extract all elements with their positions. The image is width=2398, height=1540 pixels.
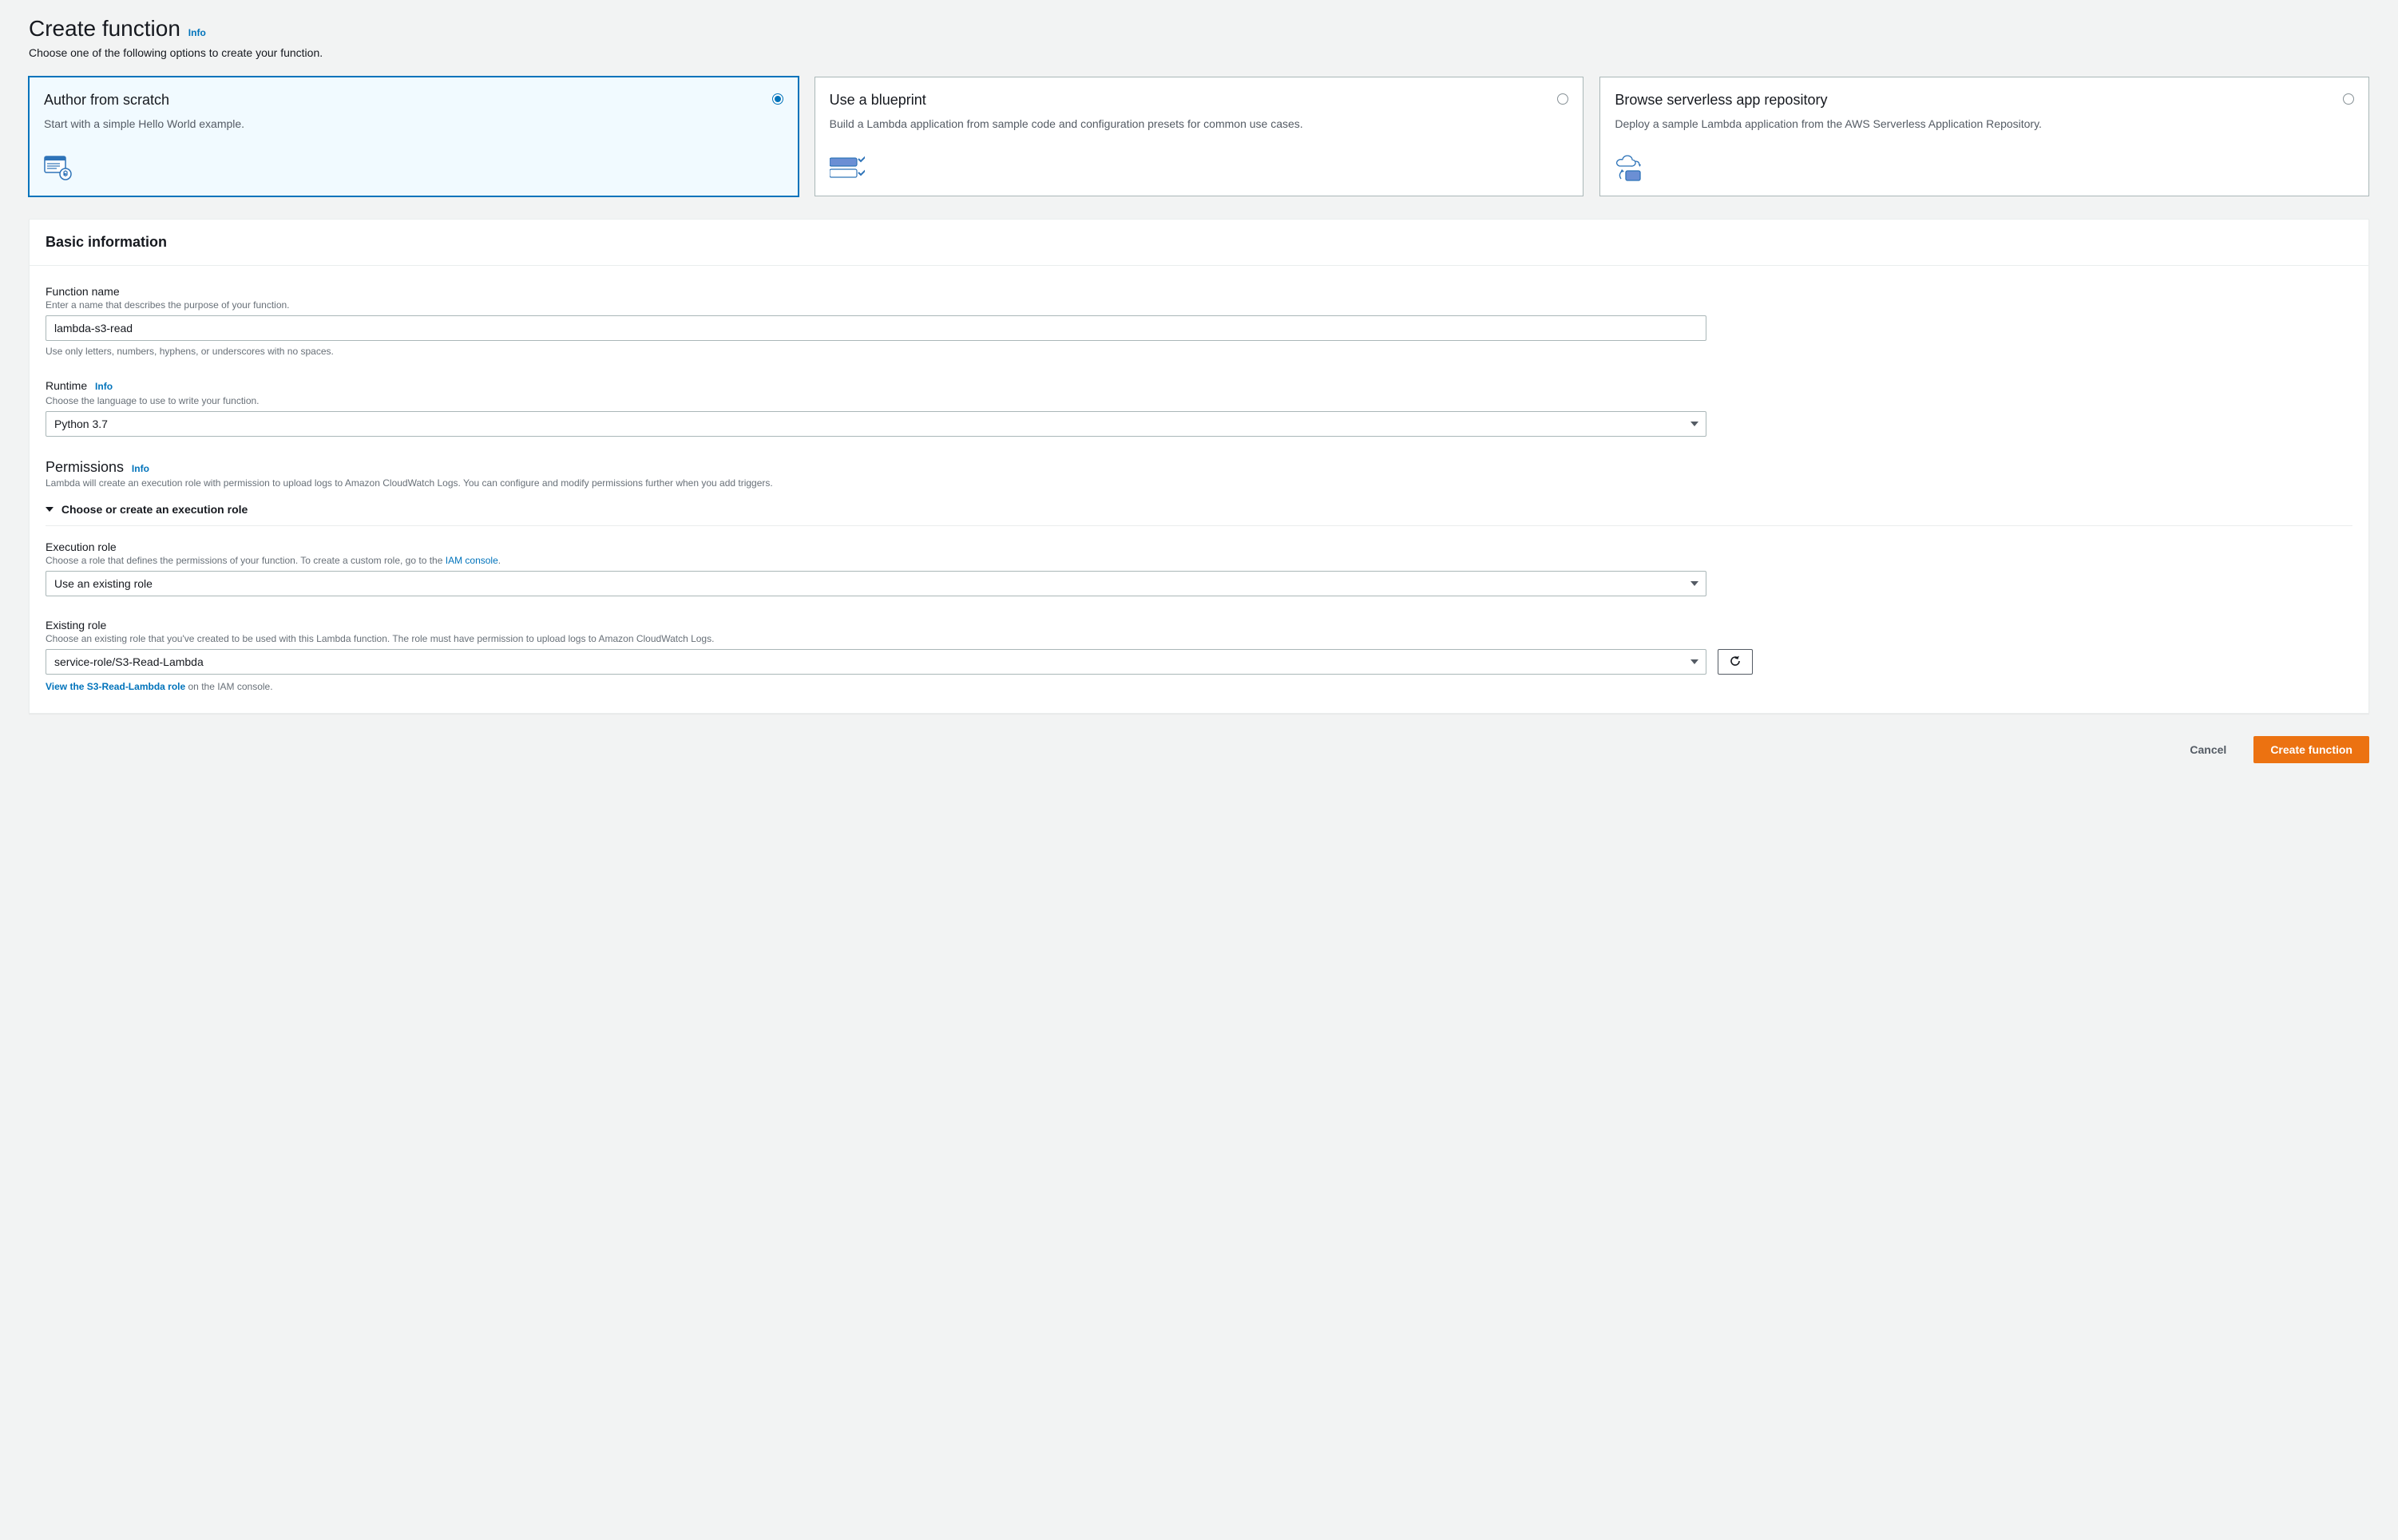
existing-role-group: Existing role Choose an existing role th…: [46, 619, 2352, 692]
view-role-link[interactable]: View the S3-Read-Lambda role: [46, 681, 185, 692]
create-function-button[interactable]: Create function: [2253, 736, 2369, 763]
option-author-from-scratch[interactable]: Author from scratch Start with a simple …: [29, 77, 799, 196]
permissions-label: Permissions: [46, 459, 124, 476]
execution-role-hint: Choose a role that defines the permissio…: [46, 555, 2352, 566]
execution-role-expander[interactable]: Choose or create an execution role: [46, 497, 2352, 526]
iam-console-link[interactable]: IAM console: [446, 555, 498, 566]
refresh-roles-button[interactable]: [1718, 649, 1753, 675]
caret-down-icon: [46, 503, 54, 516]
cancel-button[interactable]: Cancel: [2174, 736, 2242, 763]
execution-role-hint-suffix: .: [498, 555, 501, 566]
option-title: Use a blueprint: [830, 92, 1569, 109]
page-subtitle: Choose one of the following options to c…: [29, 46, 2369, 59]
function-name-hint-bottom: Use only letters, numbers, hyphens, or u…: [46, 346, 2352, 357]
execution-role-select[interactable]: [46, 571, 1706, 596]
runtime-info-link[interactable]: Info: [95, 381, 113, 392]
permissions-info-link[interactable]: Info: [132, 463, 149, 474]
option-desc: Start with a simple Hello World example.: [44, 117, 783, 133]
page-title: Create function: [29, 16, 180, 42]
view-role-suffix: on the IAM console.: [185, 681, 272, 692]
existing-role-select[interactable]: [46, 649, 1706, 675]
option-desc: Build a Lambda application from sample c…: [830, 117, 1569, 133]
execution-role-hint-prefix: Choose a role that defines the permissio…: [46, 555, 446, 566]
function-name-input[interactable]: [46, 315, 1706, 341]
option-radio-selected[interactable]: [772, 93, 783, 105]
option-serverless-repo[interactable]: Browse serverless app repository Deploy …: [1599, 77, 2369, 196]
runtime-hint: Choose the language to use to write your…: [46, 395, 2352, 406]
execution-role-group: Execution role Choose a role that define…: [46, 540, 2352, 596]
page-info-link[interactable]: Info: [188, 27, 206, 38]
panel-title: Basic information: [30, 220, 2368, 266]
blueprint-icon: [830, 153, 865, 184]
option-radio[interactable]: [2343, 93, 2354, 105]
execution-role-expander-label: Choose or create an execution role: [61, 503, 248, 516]
permissions-group: Permissions Info Lambda will create an e…: [46, 459, 2352, 526]
option-desc: Deploy a sample Lambda application from …: [1615, 117, 2354, 133]
option-title: Browse serverless app repository: [1615, 92, 2354, 109]
runtime-group: Runtime Info Choose the language to use …: [46, 379, 2352, 437]
serverless-icon: [1615, 152, 1650, 184]
scratch-icon: [44, 153, 76, 184]
permissions-hint: Lambda will create an execution role wit…: [46, 477, 2352, 489]
existing-role-label: Existing role: [46, 619, 106, 631]
refresh-icon: [1729, 655, 1742, 670]
option-title: Author from scratch: [44, 92, 783, 109]
option-use-blueprint[interactable]: Use a blueprint Build a Lambda applicati…: [815, 77, 1584, 196]
runtime-label: Runtime: [46, 379, 87, 392]
function-name-label: Function name: [46, 285, 120, 298]
existing-role-hint: Choose an existing role that you've crea…: [46, 633, 2352, 644]
basic-information-panel: Basic information Function name Enter a …: [29, 219, 2369, 714]
runtime-select[interactable]: [46, 411, 1706, 437]
execution-role-label: Execution role: [46, 540, 117, 553]
function-name-hint-top: Enter a name that describes the purpose …: [46, 299, 2352, 311]
function-name-group: Function name Enter a name that describe…: [46, 285, 2352, 357]
